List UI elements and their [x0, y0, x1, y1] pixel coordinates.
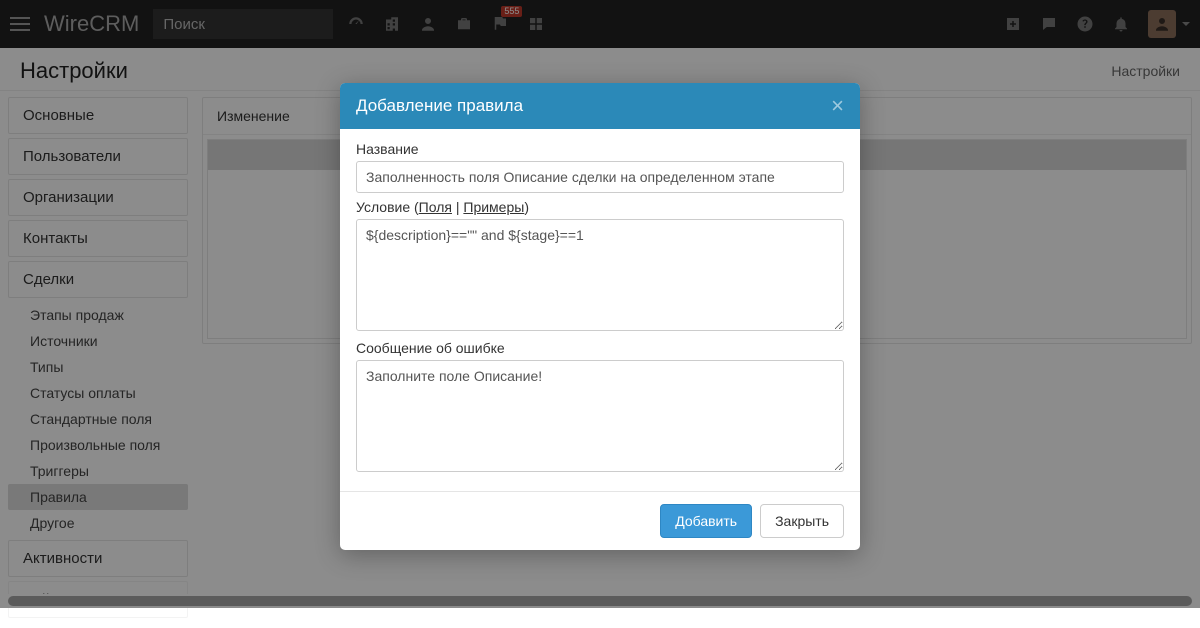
error-message-textarea[interactable] — [356, 360, 844, 472]
modal-header: Добавление правила × — [340, 83, 860, 129]
cancel-button[interactable]: Закрыть — [760, 504, 844, 538]
condition-textarea[interactable] — [356, 219, 844, 331]
add-rule-modal: Добавление правила × Название Условие (П… — [340, 83, 860, 550]
error-message-label: Сообщение об ошибке — [356, 340, 844, 356]
fields-link[interactable]: Поля — [419, 199, 452, 215]
close-icon[interactable]: × — [831, 95, 844, 117]
condition-label: Условие (Поля | Примеры) — [356, 199, 844, 215]
name-label: Название — [356, 141, 844, 157]
name-input[interactable] — [356, 161, 844, 193]
examples-link[interactable]: Примеры — [463, 199, 524, 215]
modal-title: Добавление правила — [356, 96, 523, 116]
submit-button[interactable]: Добавить — [660, 504, 752, 538]
